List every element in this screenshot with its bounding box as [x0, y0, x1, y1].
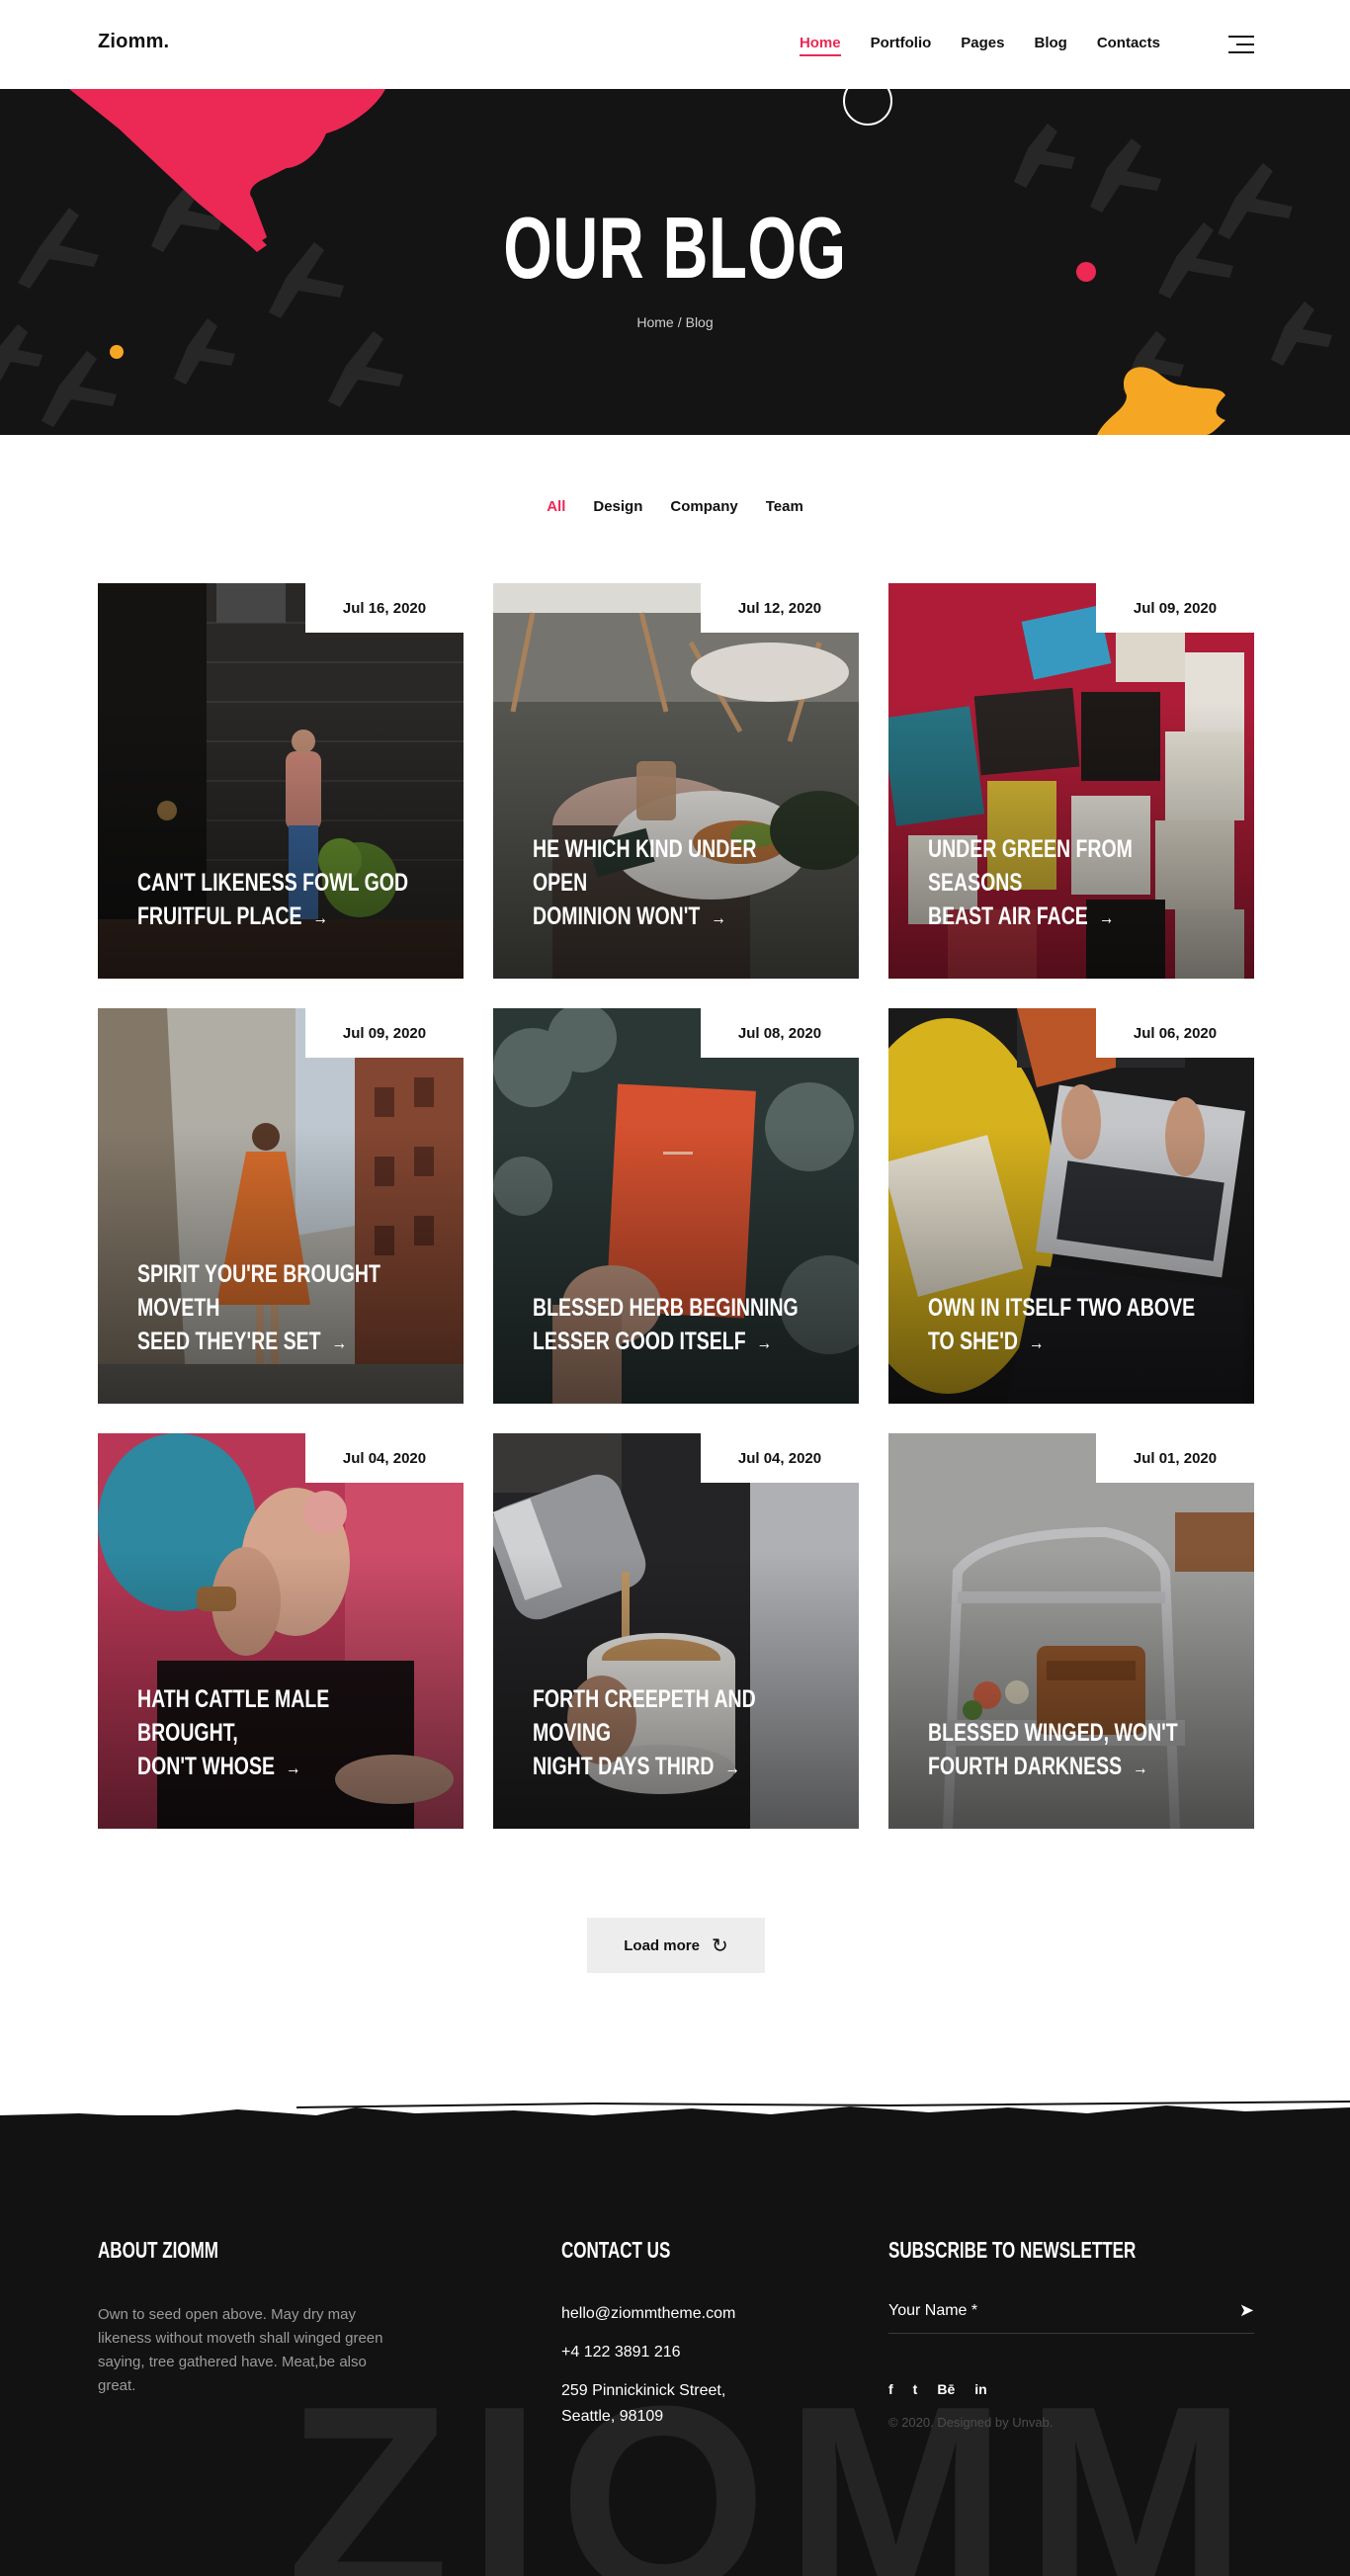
facebook-icon[interactable]: f — [888, 2381, 893, 2397]
arrow-right-icon: → — [285, 1758, 301, 1779]
filter-all[interactable]: All — [547, 498, 565, 515]
arrow-right-icon: → — [312, 907, 328, 929]
behance-icon[interactable]: Bē — [937, 2381, 955, 2397]
about-text: Own to seed open above. May dry may like… — [98, 2306, 383, 2394]
blog-card[interactable]: Jul 08, 2020 BLESSED HERB BEGINNING LESSE… — [493, 1008, 859, 1404]
blog-grid: Jul 16, 2020 CAN'T LIKENESS FOWL GOD FRUI… — [98, 583, 1255, 1829]
post-date: Jul 09, 2020 — [305, 1008, 464, 1058]
nav-pages[interactable]: Pages — [961, 35, 1004, 51]
post-title[interactable]: HATH CATTLE MALE BROUGHT, DON'T WHOSE → — [137, 1682, 415, 1785]
contact-address-line2: Seattle, 98109 — [561, 2408, 664, 2425]
contact-heading: CONTACT US — [561, 2237, 671, 2263]
contact-address-line1: 259 Pinnickinick Street, — [561, 2382, 726, 2399]
blog-card[interactable]: Jul 04, 2020 HATH CATTLE MALE BROUGHT, DO… — [98, 1433, 464, 1829]
main-menu: Home Portfolio Pages Blog Contacts — [799, 35, 1160, 56]
logo[interactable]: Ziomm. — [98, 31, 169, 53]
breadcrumb-current: Blog — [685, 314, 714, 330]
post-title[interactable]: BLESSED HERB BEGINNING LESSER GOOD ITSELF… — [533, 1291, 810, 1360]
post-date: Jul 01, 2020 — [1096, 1433, 1254, 1483]
blog-card[interactable]: Jul 16, 2020 CAN'T LIKENESS FOWL GOD FRUI… — [98, 583, 464, 979]
nav-portfolio[interactable]: Portfolio — [871, 35, 932, 51]
post-title[interactable]: HE WHICH KIND UNDER OPEN DOMINION WON'T → — [533, 832, 810, 935]
social-links: f t Bē in — [888, 2381, 987, 2397]
copyright: © 2020. Designed by Unvab. — [888, 2415, 1054, 2430]
post-title[interactable]: CAN'T LIKENESS FOWL GOD FRUITFUL PLACE → — [137, 866, 415, 935]
filter-team[interactable]: Team — [766, 498, 803, 515]
blog-card[interactable]: Jul 06, 2020 OWN IN ITSELF TWO ABOVE TO S… — [888, 1008, 1254, 1404]
linkedin-icon[interactable]: in — [974, 2381, 986, 2397]
post-title[interactable]: OWN IN ITSELF TWO ABOVE TO SHE'D → — [928, 1291, 1206, 1360]
post-title[interactable]: BLESSED WINGED, WON'T FOURTH DARKNESS → — [928, 1716, 1206, 1785]
post-date: Jul 12, 2020 — [701, 583, 859, 633]
footer-watermark: ZIOMM — [287, 2352, 1265, 2576]
about-heading: ABOUT ZIOMM — [98, 2237, 218, 2263]
page-title: OUR BLOG — [503, 199, 847, 297]
hamburger-menu-icon[interactable] — [1228, 36, 1254, 53]
nav-contacts[interactable]: Contacts — [1097, 35, 1160, 51]
filter-company[interactable]: Company — [670, 498, 737, 515]
blog-card[interactable]: Jul 09, 2020 UNDER GREEN FROM SEASONS BEA… — [888, 583, 1254, 979]
filter-design[interactable]: Design — [593, 498, 642, 515]
breadcrumb-home[interactable]: Home — [636, 314, 673, 330]
post-date: Jul 04, 2020 — [701, 1433, 859, 1483]
footer-brush-edge — [0, 2101, 1350, 2133]
contact-phone[interactable]: +4 122 3891 216 — [561, 2340, 681, 2365]
post-date: Jul 08, 2020 — [701, 1008, 859, 1058]
blog-card[interactable]: Jul 04, 2020 FORTH CREEPETH AND MOVING NI… — [493, 1433, 859, 1829]
nav-home[interactable]: Home — [799, 35, 841, 56]
arrow-right-icon: → — [724, 1758, 740, 1779]
post-title[interactable]: SPIRIT YOU'RE BROUGHT MOVETH SEED THEY'RE… — [137, 1257, 415, 1360]
post-title[interactable]: FORTH CREEPETH AND MOVING NIGHT DAYS THIR… — [533, 1682, 810, 1785]
contact-email[interactable]: hello@ziommtheme.com — [561, 2301, 735, 2327]
post-date: Jul 06, 2020 — [1096, 1008, 1254, 1058]
load-more-label: Load more — [624, 1936, 700, 1954]
post-date: Jul 04, 2020 — [305, 1433, 464, 1483]
post-title[interactable]: UNDER GREEN FROM SEASONS BEAST AIR FACE → — [928, 832, 1206, 935]
refresh-icon: ↻ — [711, 1934, 728, 1957]
arrow-right-icon: → — [711, 907, 726, 929]
newsletter-heading: SUBSCRIBE TO NEWSLETTER — [888, 2237, 1137, 2263]
arrow-right-icon: → — [1133, 1758, 1148, 1779]
load-more-button[interactable]: Load more ↻ — [587, 1918, 765, 1973]
arrow-right-icon: → — [1098, 907, 1115, 929]
send-icon[interactable]: ➤ — [1239, 2300, 1254, 2321]
arrow-right-icon: → — [756, 1332, 773, 1354]
arrow-right-icon: → — [1028, 1332, 1045, 1354]
post-date: Jul 16, 2020 — [305, 583, 464, 633]
breadcrumb: Home / Blog — [0, 314, 1350, 330]
twitter-icon[interactable]: t — [913, 2381, 918, 2397]
breadcrumb-separator: / — [677, 314, 682, 330]
nav-blog[interactable]: Blog — [1034, 35, 1066, 51]
blog-card[interactable]: Jul 12, 2020 HE WHICH KIND UNDER OPEN DOM… — [493, 583, 859, 979]
newsletter-name-input[interactable] — [888, 2298, 1215, 2320]
page-hero: OUR BLOG Home / Blog — [0, 89, 1350, 435]
arrow-right-icon: → — [331, 1332, 348, 1354]
post-date: Jul 09, 2020 — [1096, 583, 1254, 633]
newsletter-form: ➤ — [888, 2298, 1254, 2334]
blog-card[interactable]: Jul 01, 2020 BLESSED WINGED, WON'T FOURTH… — [888, 1433, 1254, 1829]
blog-filter-tabs: All Design Company Team — [0, 498, 1350, 515]
top-nav: Ziomm. Home Portfolio Pages Blog Contact… — [0, 0, 1350, 89]
blog-card[interactable]: Jul 09, 2020 SPIRIT YOU'RE BROUGHT MOVET… — [98, 1008, 464, 1404]
